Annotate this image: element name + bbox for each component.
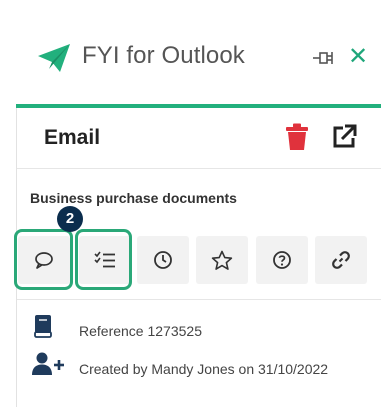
- highlight-frame: [14, 229, 73, 290]
- clock-icon: [154, 251, 172, 269]
- favourite-button[interactable]: [196, 236, 248, 284]
- fyi-logo-icon: [38, 44, 70, 72]
- app-title: FYI for Outlook: [82, 42, 245, 69]
- link-button[interactable]: [315, 236, 367, 284]
- reference-text: Reference 1273525: [79, 323, 202, 339]
- reminder-button[interactable]: [137, 236, 189, 284]
- fyi-panel: FYI for Outlook ✕ Email Business purchas…: [0, 0, 381, 407]
- help-button[interactable]: [256, 236, 308, 284]
- trash-icon[interactable]: [285, 123, 309, 151]
- reference-book-icon: [34, 315, 52, 338]
- help-icon: [273, 251, 291, 269]
- panel-header: FYI for Outlook ✕: [0, 0, 381, 104]
- created-by-text: Created by Mandy Jones on 31/10/2022: [79, 361, 329, 377]
- star-icon: [211, 250, 233, 270]
- pin-icon[interactable]: [312, 48, 334, 68]
- highlight-frame: [75, 229, 132, 290]
- link-icon: [332, 251, 350, 269]
- divider: [17, 168, 381, 169]
- email-subject: Business purchase documents: [30, 190, 237, 206]
- step-badge: 2: [57, 206, 83, 232]
- divider: [17, 299, 381, 300]
- close-icon[interactable]: ✕: [346, 43, 370, 71]
- section-title: Email: [44, 126, 101, 149]
- add-user-icon: [32, 352, 64, 375]
- open-external-icon[interactable]: [331, 124, 357, 150]
